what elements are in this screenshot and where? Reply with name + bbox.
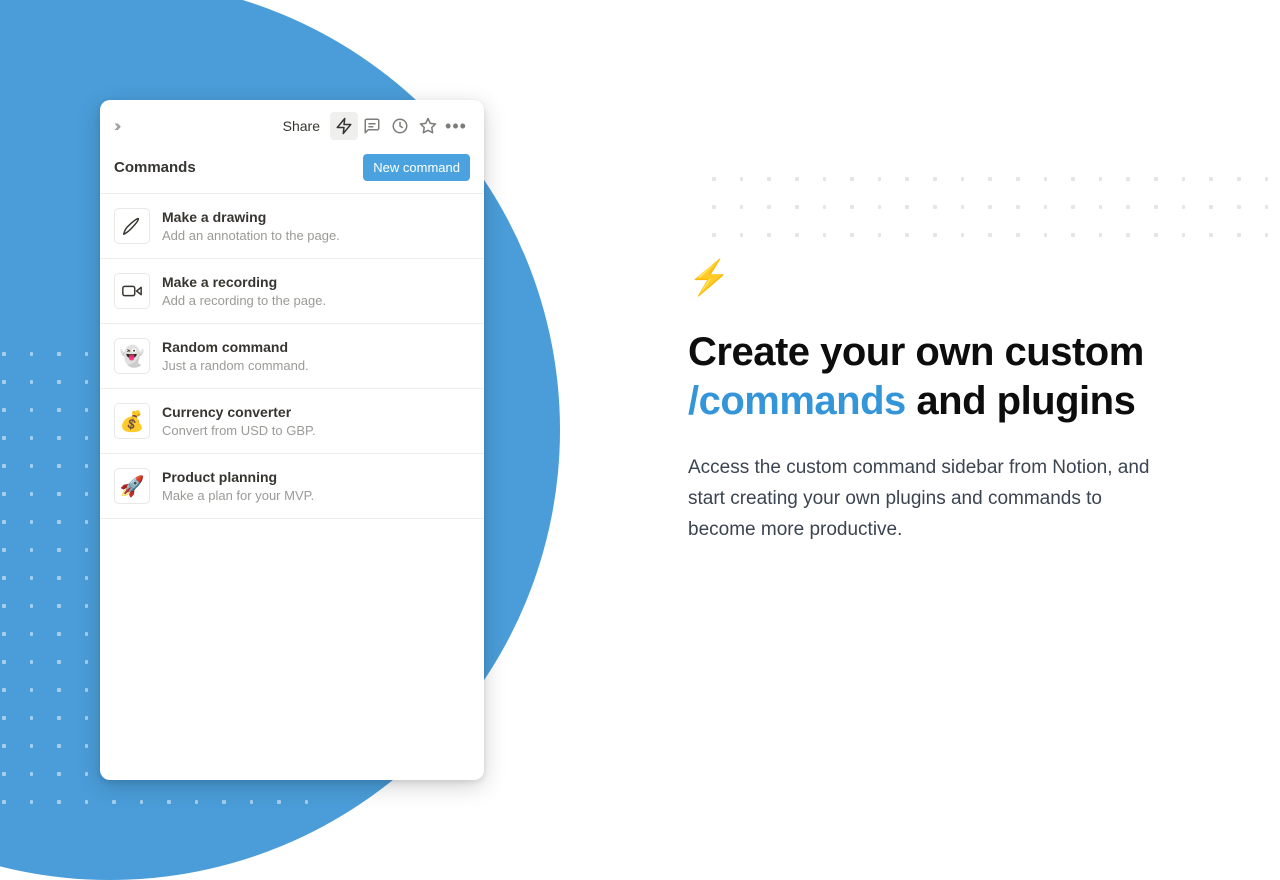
panel-header: Commands New command <box>100 148 484 194</box>
headline: Create your own custom /commands and plu… <box>688 328 1218 426</box>
video-icon <box>114 273 150 309</box>
commands-panel: ›› Share ••• Commands New command Make a… <box>100 100 484 780</box>
panel-toolbar: ›› Share ••• <box>100 100 484 148</box>
command-item-drawing[interactable]: Make a drawing Add an annotation to the … <box>100 194 484 259</box>
money-icon: 💰 <box>114 403 150 439</box>
more-icon[interactable]: ••• <box>442 112 470 140</box>
star-icon[interactable] <box>414 112 442 140</box>
share-button[interactable]: Share <box>283 118 320 134</box>
lightning-icon: ⚡ <box>688 258 1218 298</box>
subtext: Access the custom command sidebar from N… <box>688 452 1168 546</box>
comment-icon[interactable] <box>358 112 386 140</box>
command-desc: Convert from USD to GBP. <box>162 423 316 438</box>
command-title: Make a recording <box>162 274 326 290</box>
command-desc: Add a recording to the page. <box>162 293 326 308</box>
command-item-recording[interactable]: Make a recording Add a recording to the … <box>100 259 484 324</box>
pen-icon <box>114 208 150 244</box>
command-desc: Add an annotation to the page. <box>162 228 340 243</box>
rocket-icon: 🚀 <box>114 468 150 504</box>
ghost-icon: 👻 <box>114 338 150 374</box>
command-desc: Just a random command. <box>162 358 309 373</box>
command-item-currency[interactable]: 💰 Currency converter Convert from USD to… <box>100 389 484 454</box>
command-title: Currency converter <box>162 404 316 420</box>
command-item-product[interactable]: 🚀 Product planning Make a plan for your … <box>100 454 484 519</box>
headline-pre: Create your own custom <box>688 330 1144 374</box>
command-desc: Make a plan for your MVP. <box>162 488 314 503</box>
bolt-icon[interactable] <box>330 112 358 140</box>
new-command-button[interactable]: New command <box>363 154 470 181</box>
marketing-section: ⚡ Create your own custom /commands and p… <box>688 258 1218 546</box>
command-title: Make a drawing <box>162 209 340 225</box>
command-item-random[interactable]: 👻 Random command Just a random command. <box>100 324 484 389</box>
command-title: Product planning <box>162 469 314 485</box>
command-title: Random command <box>162 339 309 355</box>
panel-title: Commands <box>114 159 196 176</box>
clock-icon[interactable] <box>386 112 414 140</box>
headline-post: and plugins <box>906 379 1136 423</box>
command-list: Make a drawing Add an annotation to the … <box>100 194 484 519</box>
headline-accent: /commands <box>688 379 906 423</box>
dots-pattern-right <box>700 165 1280 245</box>
expand-icon[interactable]: ›› <box>114 116 117 136</box>
